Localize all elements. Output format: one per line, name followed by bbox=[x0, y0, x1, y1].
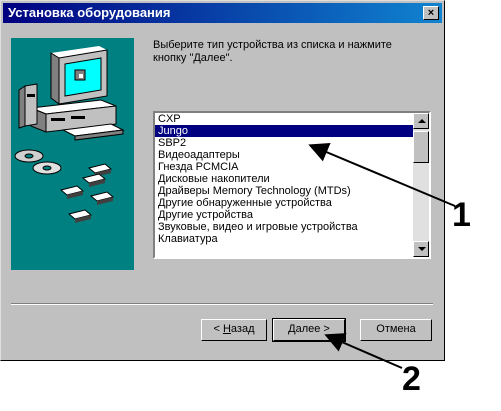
annotation-label-1: 1 bbox=[452, 196, 471, 234]
annotation-arrow-1 bbox=[308, 142, 456, 207]
annotation-arrow-2 bbox=[324, 333, 403, 369]
annotation-arrows bbox=[308, 142, 456, 369]
annotation-label-2: 2 bbox=[402, 360, 421, 398]
